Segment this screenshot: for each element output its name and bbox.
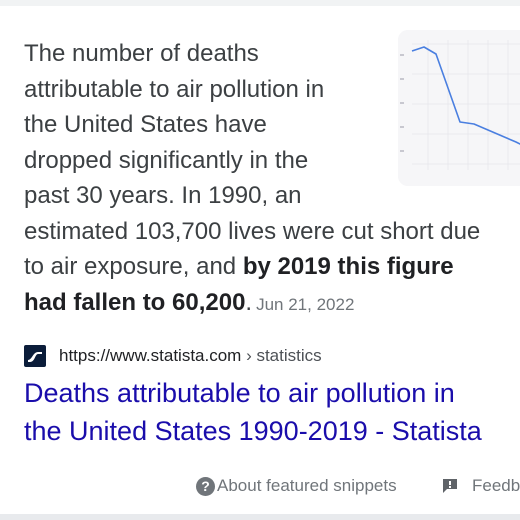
thumbnail-chart-graphic: [398, 30, 520, 186]
source-row[interactable]: https://www.statista.com › statistics: [24, 344, 322, 368]
snippet-thumbnail-chart[interactable]: [398, 30, 520, 186]
snippet-line: estimated 103,700 lives were cut short d…: [24, 217, 481, 245]
snippet-line: had fallen to 60,200. Jun 21, 2022: [24, 285, 520, 323]
snippet-line: to air exposure, and by 2019 this figure: [24, 249, 520, 285]
result-title-line: Deaths attributable to air pollution in: [24, 378, 455, 408]
card-divider: [0, 514, 520, 520]
feedback-flag-icon: [443, 479, 457, 493]
statista-favicon-icon: [24, 345, 46, 367]
snippet-date: Jun 21, 2022: [256, 294, 355, 314]
snippet-plain-text: to air exposure, and: [24, 253, 243, 280]
feedback-label: Feedback: [472, 476, 520, 495]
snippet-footer: ? About featured snippets Feedback: [0, 476, 520, 500]
snippet-plain-text: .: [245, 288, 253, 316]
result-title-line: the United States 1990-2019 - Statista: [24, 416, 482, 446]
about-featured-snippets-label: About featured snippets: [217, 476, 397, 495]
source-breadcrumb: › statistics: [241, 346, 322, 365]
snippet-highlight: by 2019 this figure: [242, 253, 454, 280]
feedback-link[interactable]: Feedback: [442, 476, 520, 496]
snippet-highlight: had fallen to 60,200: [24, 288, 246, 316]
help-circle-icon: ?: [196, 476, 215, 496]
result-title-link[interactable]: Deaths attributable to air pollution in …: [24, 374, 520, 450]
about-featured-snippets-link[interactable]: ? About featured snippets: [196, 476, 397, 496]
source-url[interactable]: https://www.statista.com › statistics: [59, 346, 322, 366]
featured-snippet-card: The number of deaths attributable to air…: [0, 6, 520, 514]
source-domain: https://www.statista.com: [59, 346, 242, 365]
